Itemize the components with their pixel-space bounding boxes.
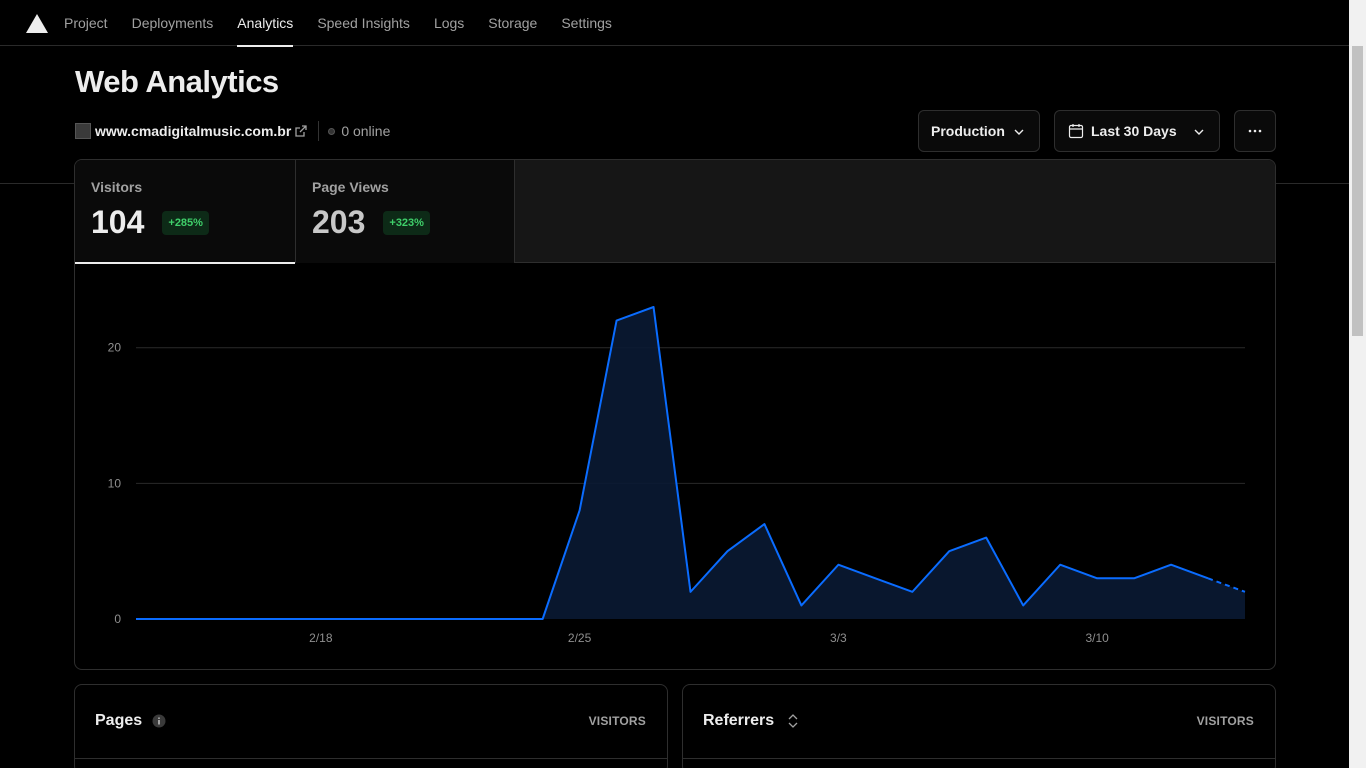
site-info: www.cmadigitalmusic.com.br 0 online [75,121,390,141]
online-status-dot [328,127,336,135]
page-title: Web Analytics [75,64,279,99]
metric-label: Page Views [312,179,389,195]
external-link-icon[interactable] [294,124,308,138]
environment-select[interactable]: Production [918,110,1040,152]
metric-delta-badge: +285% [162,210,209,235]
date-range-select[interactable]: Last 30 Days [1054,110,1220,152]
analytics-card: Visitors 104 +285% Page Views 203 +323% … [74,159,1276,670]
tab-analytics[interactable]: Analytics [225,0,305,47]
top-navigation: Project Deployments Analytics Speed Insi… [0,0,1349,47]
metric-label: Visitors [91,179,143,195]
environment-label: Production [931,123,1005,139]
tab-speed-insights[interactable]: Speed Insights [305,0,422,46]
y-tick-label: 0 [114,612,121,626]
scrollbar-thumb[interactable] [1352,46,1363,336]
tab-storage[interactable]: Storage [476,0,549,46]
site-link[interactable]: www.cmadigitalmusic.com.br [95,123,291,139]
tab-deployments[interactable]: Deployments [120,0,226,46]
chevron-down-icon [1014,129,1024,135]
x-tick-label: 2/18 [309,631,333,645]
nav-tabs: Project Deployments Analytics Speed Insi… [52,0,624,47]
metrics-bar: Visitors 104 +285% Page Views 203 +323% [75,160,1275,264]
more-options-button[interactable] [1234,110,1276,152]
panel-header: Referrers VISITORS [683,685,1275,759]
calendar-icon [1068,124,1084,139]
panel-header: Pages VISITORS [75,685,667,759]
chevron-down-icon [1194,129,1204,135]
metric-visitors[interactable]: Visitors 104 +285% [75,160,296,264]
date-range-label: Last 30 Days [1091,123,1177,139]
scrollbar[interactable] [1349,0,1366,768]
column-header[interactable]: VISITORS [1197,714,1254,728]
tab-project[interactable]: Project [52,0,120,46]
metric-value: 104 [91,204,145,240]
info-icon[interactable] [152,714,166,728]
y-tick-label: 10 [108,476,122,490]
x-tick-label: 3/3 [830,631,847,645]
visitors-chart[interactable]: 0 10 20 2/18 2/25 3/3 3/10 [75,263,1275,669]
site-favicon-icon [75,123,91,139]
panel-title: Pages [95,712,143,729]
metric-page-views[interactable]: Page Views 203 +323% [296,160,515,263]
pages-panel: Pages VISITORS [74,684,668,768]
sort-toggle-icon[interactable] [786,713,800,729]
tab-logs[interactable]: Logs [422,0,476,46]
more-dots-icon [1248,129,1262,133]
tab-settings[interactable]: Settings [549,0,624,46]
divider [318,121,320,141]
column-header[interactable]: VISITORS [589,714,646,728]
metric-delta-badge: +323% [383,210,430,235]
metric-value: 203 [312,204,366,240]
y-tick-label: 20 [108,341,122,355]
panel-title: Referrers [703,712,775,729]
x-tick-label: 2/25 [568,631,592,645]
vercel-logo-icon[interactable] [26,14,48,33]
online-count: 0 online [341,123,391,139]
referrers-panel: Referrers VISITORS [682,684,1276,768]
x-tick-label: 3/10 [1085,631,1109,645]
